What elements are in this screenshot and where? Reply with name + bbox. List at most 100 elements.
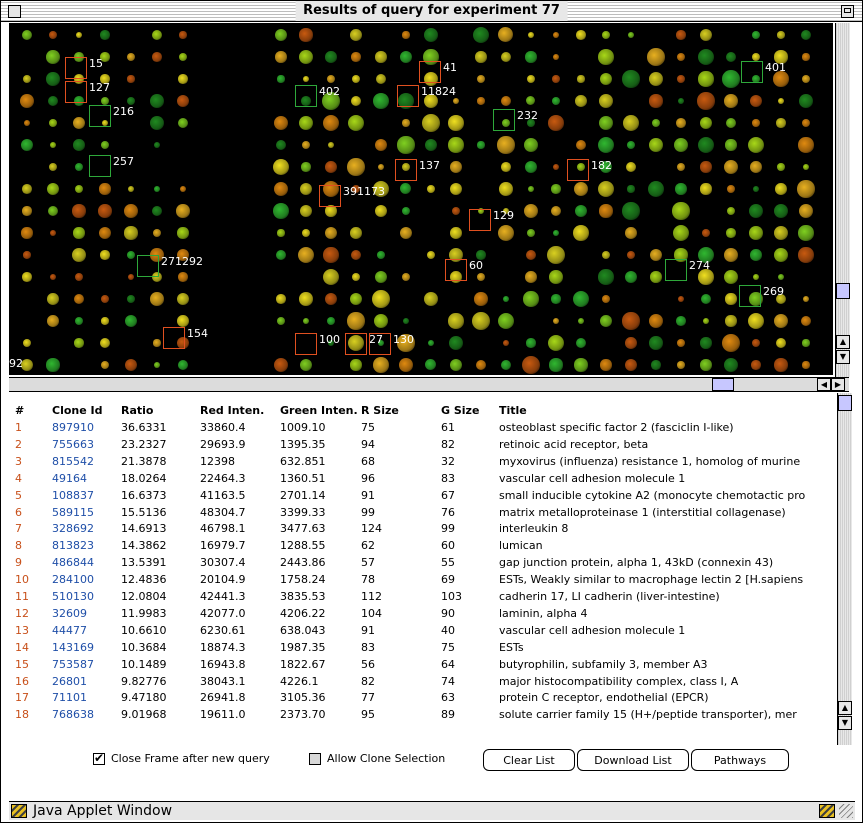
table-row[interactable]: 14 143169 10.3684 18874.3 1987.35 83 75 ESTs [9,640,837,656]
clone-id-link[interactable]: 897910 [52,420,118,436]
table-row[interactable]: 8 813823 14.3862 16979.7 1288.55 62 60 lumican [9,538,837,554]
array-spot [601,250,611,260]
clone-id-link[interactable]: 755663 [52,437,118,453]
image-vscroll-thumb[interactable] [836,283,850,299]
clone-id-link[interactable]: 815542 [52,454,118,470]
spot-highlight-box[interactable] [665,259,687,281]
image-vertical-scrollbar[interactable]: ▲ ▼ [835,23,850,377]
scroll-down-arrow-icon[interactable]: ▼ [836,350,850,364]
warning-stripe-icon [819,804,835,818]
clone-id-link[interactable]: 813823 [52,538,118,554]
col-header-red-intensity[interactable]: Red Inten. [200,403,278,419]
spot-highlight-box[interactable] [493,109,515,131]
col-header-g-size[interactable]: G Size [441,403,497,419]
clone-id-link[interactable]: 589115 [52,505,118,521]
close-box-icon[interactable] [8,5,21,18]
table-row[interactable]: 13 44477 10.6610 6230.61 638.043 91 40 vascular… [9,623,837,639]
clone-id-link[interactable]: 753587 [52,657,118,673]
scroll-right-arrow-icon[interactable]: ▶ [831,378,845,391]
clone-id-link[interactable]: 44477 [52,623,118,639]
clone-id-link[interactable]: 143169 [52,640,118,656]
g-size: 90 [441,606,455,620]
spot-highlight-box[interactable] [397,85,419,107]
table-row[interactable]: 10 284100 12.4836 20104.9 1758.24 78 69 ESTs, W… [9,572,837,588]
title-bar[interactable]: Results of query for experiment 77 [1,1,862,22]
image-horizontal-scrollbar[interactable]: ◀ ▶ [9,377,849,392]
clone-id-link[interactable]: 49164 [52,471,118,487]
spot-highlight-box[interactable] [567,159,589,181]
pathways-button[interactable]: Pathways [691,749,789,771]
spot-highlight-box[interactable] [163,327,185,349]
clone-id-link[interactable]: 71101 [52,690,118,706]
table-vscroll-thumb[interactable] [838,395,852,411]
spot-highlight-box[interactable] [445,259,467,281]
spot-highlight-box[interactable] [137,255,159,277]
resize-grip-icon[interactable] [839,804,853,818]
close-frame-label[interactable]: Close Frame after new query [111,750,270,768]
allow-clone-label[interactable]: Allow Clone Selection [327,750,445,768]
col-header-ratio[interactable]: Ratio [121,403,199,419]
allow-clone-checkbox[interactable] [309,753,321,765]
table-row[interactable]: 7 328692 14.6913 46798.1 3477.63 124 99 interle… [9,521,837,537]
clone-id-link[interactable]: 32609 [52,606,118,622]
spot-highlight-box[interactable] [89,155,111,177]
spot-highlight-box[interactable] [395,159,417,181]
clone-id-link[interactable]: 328692 [52,521,118,537]
table-row[interactable]: 4 49164 18.0264 22464.3 1360.51 96 83 vascular … [9,471,837,487]
scroll-down-arrow-icon[interactable]: ▼ [838,716,852,730]
zoom-box-icon[interactable] [841,5,854,18]
scroll-up-arrow-icon[interactable]: ▲ [836,335,850,349]
download-list-button[interactable]: Download List [577,749,689,771]
spot-label: 11824 [421,85,456,98]
array-spot [273,357,288,372]
clone-id-link[interactable]: 108837 [52,488,118,504]
table-row[interactable]: 18 768638 9.01968 19611.0 2373.70 95 89 solute … [9,707,837,723]
spot-highlight-box[interactable] [65,57,87,79]
array-spot [299,28,313,42]
table-row[interactable]: 17 71101 9.47180 26941.8 3105.36 77 63 protein … [9,690,837,706]
table-row[interactable]: 12 32609 11.9983 42077.0 4206.22 104 90 laminin… [9,606,837,622]
col-header-r-size[interactable]: R Size [361,403,417,419]
results-table[interactable]: # Clone Id Ratio Red Inten. Green Inten.… [9,393,837,745]
clone-id-link[interactable]: 284100 [52,572,118,588]
table-row[interactable]: 11 510130 12.0804 42441.3 3835.53 112 103 cadhe… [9,589,837,605]
table-row[interactable]: 16 26801 9.82776 38043.1 4226.1 82 74 major his… [9,674,837,690]
scroll-up-arrow-icon[interactable]: ▲ [838,701,852,715]
table-row[interactable]: 2 755663 23.2327 29693.9 1395.35 94 82 retinoic… [9,437,837,453]
spot-highlight-box[interactable] [65,81,87,103]
clone-id-link[interactable]: 768638 [52,707,118,723]
spot-highlight-box[interactable] [739,285,761,307]
table-vertical-scrollbar[interactable]: ▲ ▼ [837,393,852,745]
spot-highlight-box[interactable] [89,105,111,127]
spot-highlight-box[interactable] [345,333,367,355]
table-row[interactable]: 3 815542 21.3878 12398 632.851 68 32 myxovirus … [9,454,837,470]
array-spot [552,75,560,83]
spot-highlight-box[interactable] [469,209,491,231]
table-row[interactable]: 5 108837 16.6373 41163.5 2701.14 91 67 small in… [9,488,837,504]
microarray-image[interactable]: 15 127 216 257 402 41 11824 232 401 137 182 391173 1… [9,23,833,375]
array-spot [524,160,538,174]
col-header-clone-id[interactable]: Clone Id [52,403,118,419]
image-hscroll-thumb[interactable] [712,378,734,391]
clone-id-link[interactable]: 486844 [52,555,118,571]
table-row[interactable]: 15 753587 10.1489 16943.8 1822.67 56 64 butyrop… [9,657,837,673]
array-spot [21,227,33,239]
clone-id-link[interactable]: 510130 [52,589,118,605]
table-row[interactable]: 1 897910 36.6331 33860.4 1009.10 75 61 osteobla… [9,420,837,436]
table-row[interactable]: 6 589115 15.5136 48304.7 3399.33 99 76 matrix m… [9,505,837,521]
spot-highlight-box[interactable] [295,85,317,107]
clone-id-link[interactable]: 26801 [52,674,118,690]
col-header-title[interactable]: Title [499,403,835,419]
spot-highlight-box[interactable] [419,61,441,83]
col-header-green-intensity[interactable]: Green Inten. [280,403,358,419]
ratio-value: 23.2327 [121,437,167,451]
spot-highlight-box[interactable] [741,61,763,83]
clear-list-button[interactable]: Clear List [483,749,575,771]
spot-highlight-box[interactable] [319,185,341,207]
spot-highlight-box[interactable] [369,333,391,355]
spot-highlight-box[interactable] [295,333,317,355]
col-header-number[interactable]: # [15,403,35,419]
table-row[interactable]: 9 486844 13.5391 30307.4 2443.86 57 55 gap junc… [9,555,837,571]
close-frame-checkbox[interactable] [93,751,105,765]
scroll-left-arrow-icon[interactable]: ◀ [817,378,831,391]
